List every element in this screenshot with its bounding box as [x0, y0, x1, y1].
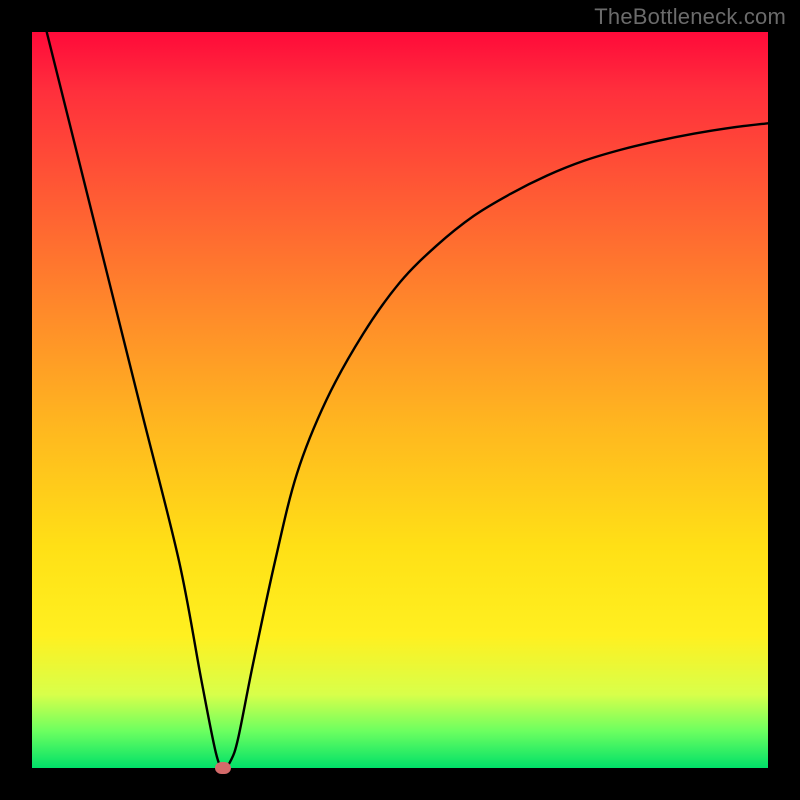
curve-path [47, 32, 768, 768]
plot-area [32, 32, 768, 768]
min-marker-dot [215, 762, 231, 774]
chart-frame: TheBottleneck.com [0, 0, 800, 800]
bottleneck-curve [32, 32, 768, 768]
watermark-text: TheBottleneck.com [594, 4, 786, 30]
